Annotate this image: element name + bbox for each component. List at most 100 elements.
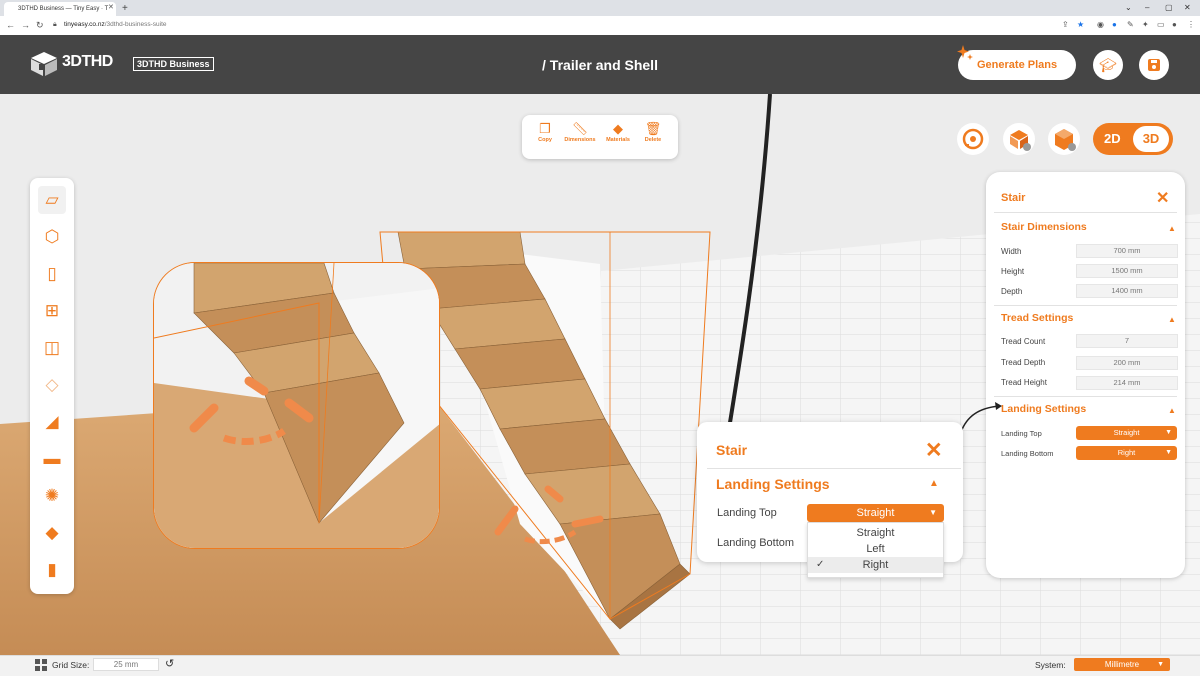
sidebar-item-paint[interactable]: ◆ [38,519,66,547]
sidebar-item-stairs[interactable]: ◢ [38,408,66,436]
collapse-arrow-icon[interactable]: ▲ [929,478,939,489]
bookmark-star-icon[interactable]: ★ [1077,20,1084,29]
width-field[interactable]: 700 mm [1076,244,1178,258]
view-mode-toggle[interactable]: 2D 3D [1093,123,1173,155]
sidebar-item-windows[interactable]: ⊞ [38,297,66,325]
callout-landing-top-value: Straight [856,507,895,519]
width-label: Width [1001,247,1022,256]
paint-bucket-icon: ◆ [45,523,59,542]
sidebar-item-doors[interactable]: ▯ [38,260,66,288]
tread-height-field[interactable]: 214 mm [1076,376,1178,390]
tutorial-button[interactable]: 🎓︎ [1093,50,1123,80]
divider [994,396,1177,397]
tread-settings-header[interactable]: Tread Settings [1001,312,1073,324]
sidebar-icon[interactable]: ▭ [1157,20,1165,29]
sidebar-item-saved[interactable]: ▮ [38,556,66,584]
new-tab-icon[interactable]: + [122,3,128,14]
bookmark-icon: ▮ [47,560,57,579]
maximize-icon[interactable]: ▢ [1165,3,1173,12]
landing-top-value: Straight [1113,428,1140,437]
sidebar-item-furniture[interactable]: ▬ [38,445,66,473]
sidebar-item-walls[interactable]: ◫ [38,334,66,362]
wall-panel-icon: ◫ [43,338,61,357]
generate-plans-button[interactable]: Generate Plans [958,50,1076,80]
depth-field[interactable]: 1400 mm [1076,284,1178,298]
tab-search-icon[interactable]: ⌄ [1125,3,1132,12]
materials-button[interactable]: ◆ Materials [600,119,636,143]
dimensions-button[interactable]: 📏︎ Dimensions [562,119,598,143]
callout-landing-top-select[interactable]: Straight ▼ [807,504,944,522]
option-left[interactable]: Left [808,541,943,557]
delete-label: Delete [644,137,662,143]
extension-icon[interactable]: ● [1112,20,1117,29]
door-icon: ▯ [47,264,57,283]
collapse-arrow-icon[interactable]: ▲ [1168,315,1176,324]
pen-icon[interactable]: ✎ [1127,20,1134,29]
delete-button[interactable]: 🗑︎ Delete [635,119,671,143]
callout-section-header[interactable]: Landing Settings [716,476,830,492]
option-right[interactable]: ✓ Right [808,557,943,573]
toggle-3d[interactable]: 3D [1133,126,1169,152]
interior-view-button[interactable] [1048,123,1080,155]
landing-bottom-select[interactable]: Right ▼ [1076,446,1177,460]
system-select[interactable]: Millimetre ▼ [1074,658,1170,671]
option-straight[interactable]: Straight [808,525,943,541]
sidebar-item-shell[interactable]: ⬡ [38,223,66,251]
collapse-arrow-icon[interactable]: ▲ [1168,224,1176,233]
tab-close-icon[interactable]: ✕ [108,3,114,11]
callout-close-icon[interactable]: ✕ [925,438,943,463]
landing-settings-header[interactable]: Landing Settings [1001,403,1086,415]
reset-icon[interactable]: ↺ [165,657,174,670]
panel-title: Stair [1001,192,1026,204]
height-field[interactable]: 1500 mm [1076,264,1178,278]
back-icon[interactable]: ← [6,20,15,30]
browser-tab[interactable]: 3DTHD Business — Tiny Easy · T [4,2,116,16]
share-icon[interactable]: ⇪ [1062,20,1069,29]
sidebar-item-trailer[interactable]: ▱ [38,186,66,214]
minimize-icon[interactable]: – [1145,3,1149,12]
callout-landing-bottom-label: Landing Bottom [717,537,795,549]
cube-icon: ⬡ [44,227,60,246]
menu-icon[interactable]: ⋮ [1187,20,1195,29]
house-settings-icon [1055,129,1076,151]
stair-panel: Stair ✕ Stair Dimensions ▲ Width 700 mm … [986,172,1185,578]
landing-bottom-label: Landing Bottom [1001,449,1054,458]
url-text[interactable]: tinyeasy.co.nz/3dthd-business-suite [64,21,167,28]
grid-size-input[interactable]: 25 mm [93,658,159,671]
puzzle-icon[interactable]: ✦ [1142,20,1149,29]
save-button[interactable] [1139,50,1169,80]
profile-icon[interactable]: ● [1172,20,1177,29]
divider [994,212,1177,213]
landing-top-select[interactable]: Straight ▼ [1076,426,1177,440]
forward-icon[interactable]: → [21,20,30,30]
zoom-stair-render [154,263,439,548]
toggle-2d[interactable]: 2D [1104,131,1121,146]
reload-icon[interactable]: ↻ [36,20,44,31]
collapse-arrow-icon[interactable]: ▲ [1168,406,1176,415]
tread-count-field[interactable]: 7 [1076,334,1178,348]
stairs-icon: ◢ [45,412,59,431]
sparkle-icon [957,45,973,60]
close-window-icon[interactable]: ✕ [1184,3,1191,12]
camera-icon[interactable]: ◉ [1097,20,1104,29]
stair-dimensions-header[interactable]: Stair Dimensions [1001,221,1087,233]
grid-icon [35,659,47,671]
dimensions-label: Dimensions [564,137,596,143]
copy-icon: ❐ [539,121,551,136]
panel-close-icon[interactable]: ✕ [1156,188,1169,208]
copy-button[interactable]: ❐ Copy [527,119,563,143]
sidebar-item-floor[interactable]: ◇ [38,371,66,399]
cube-settings-icon [1010,130,1031,151]
tread-depth-label: Tread Depth [1001,358,1046,367]
graduation-cap-icon: 🎓︎ [1099,57,1117,73]
height-label: Height [1001,267,1025,276]
landing-bottom-dropdown: Straight Left ✓ Right [807,522,944,578]
sidebar-item-lighting[interactable]: ✺ [38,482,66,510]
trailer-icon: ▱ [45,190,59,209]
walkthrough-view-button[interactable] [957,123,989,155]
address-bar [0,16,1200,35]
tread-depth-field[interactable]: 200 mm [1076,356,1178,370]
landing-top-label: Landing Top [1001,429,1042,438]
exterior-view-button[interactable] [1003,123,1035,155]
paint-bucket-icon: ◆ [613,121,623,136]
